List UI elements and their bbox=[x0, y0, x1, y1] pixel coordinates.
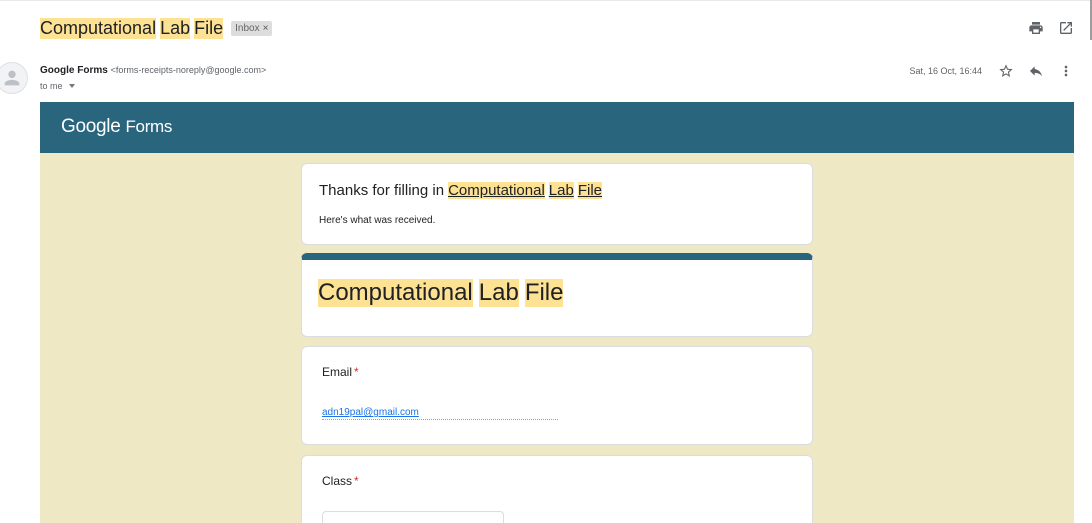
subject-word: File bbox=[194, 18, 224, 39]
message-actions: Sat, 16 Oct, 16:44 bbox=[909, 63, 1074, 79]
form-title: Computational Lab File bbox=[318, 279, 564, 307]
more-vert-icon[interactable] bbox=[1058, 63, 1074, 79]
sender-name[interactable]: Google Forms bbox=[40, 65, 108, 76]
question-card-email: Email * adn19pal@gmail.com bbox=[301, 346, 813, 445]
required-marker: * bbox=[354, 474, 359, 488]
required-marker: * bbox=[354, 365, 359, 379]
question-card-class: Class * bbox=[301, 455, 813, 523]
subject-word: Lab bbox=[160, 18, 191, 39]
recipient-label: to me bbox=[40, 81, 63, 91]
question-label: Email * bbox=[322, 365, 359, 379]
received-text: Here's what was received. bbox=[319, 215, 436, 226]
subject-title: Computational Lab File bbox=[40, 18, 224, 39]
chevron-down-icon[interactable] bbox=[68, 84, 75, 88]
email-answer-link[interactable]: adn19pal@gmail.com bbox=[322, 407, 419, 418]
form-link-word[interactable]: File bbox=[577, 182, 602, 199]
form-title-word: Computational bbox=[318, 279, 473, 307]
answer-value: adn19pal@gmail.com bbox=[322, 407, 558, 420]
email-subject: Computational Lab File Inbox × bbox=[40, 18, 273, 39]
class-answer-field bbox=[322, 511, 504, 523]
form-title-card: Computational Lab File bbox=[301, 253, 813, 337]
star-icon[interactable] bbox=[998, 63, 1014, 79]
recipient-toggle[interactable]: to me bbox=[40, 81, 75, 91]
message-date: Sat, 16 Oct, 16:44 bbox=[909, 66, 982, 76]
logo-forms: Forms bbox=[125, 117, 173, 136]
receipt-heading: Thanks for filling in Computational Lab … bbox=[319, 182, 602, 199]
subject-word: Computational bbox=[40, 18, 157, 39]
inbox-label-chip[interactable]: Inbox × bbox=[231, 21, 273, 36]
form-link-word[interactable]: Computational bbox=[448, 182, 545, 199]
google-forms-banner: Google Forms bbox=[40, 102, 1074, 153]
form-title-word: Lab bbox=[478, 279, 519, 307]
remove-label-button[interactable]: × bbox=[263, 23, 269, 34]
question-text: Email bbox=[322, 365, 353, 379]
thread-actions bbox=[1028, 20, 1074, 36]
sender-info: Google Forms <forms-receipts-noreply@goo… bbox=[40, 65, 266, 76]
avatar-icon bbox=[0, 62, 28, 94]
thanks-prefix: Thanks for filling in bbox=[319, 182, 445, 199]
top-divider bbox=[0, 0, 1092, 3]
logo-google: Google bbox=[61, 116, 121, 137]
sender-email: <forms-receipts-noreply@google.com> bbox=[110, 65, 267, 75]
inbox-label: Inbox bbox=[235, 23, 260, 34]
print-icon[interactable] bbox=[1028, 20, 1044, 36]
receipt-card: Thanks for filling in Computational Lab … bbox=[301, 163, 813, 245]
google-forms-logo[interactable]: Google Forms bbox=[61, 116, 172, 138]
form-link-word[interactable]: Lab bbox=[548, 182, 574, 199]
reply-icon[interactable] bbox=[1028, 63, 1044, 79]
question-label: Class * bbox=[322, 474, 359, 488]
form-title-word: File bbox=[524, 279, 564, 307]
question-text: Class bbox=[322, 474, 353, 488]
open-in-new-icon[interactable] bbox=[1058, 20, 1074, 36]
